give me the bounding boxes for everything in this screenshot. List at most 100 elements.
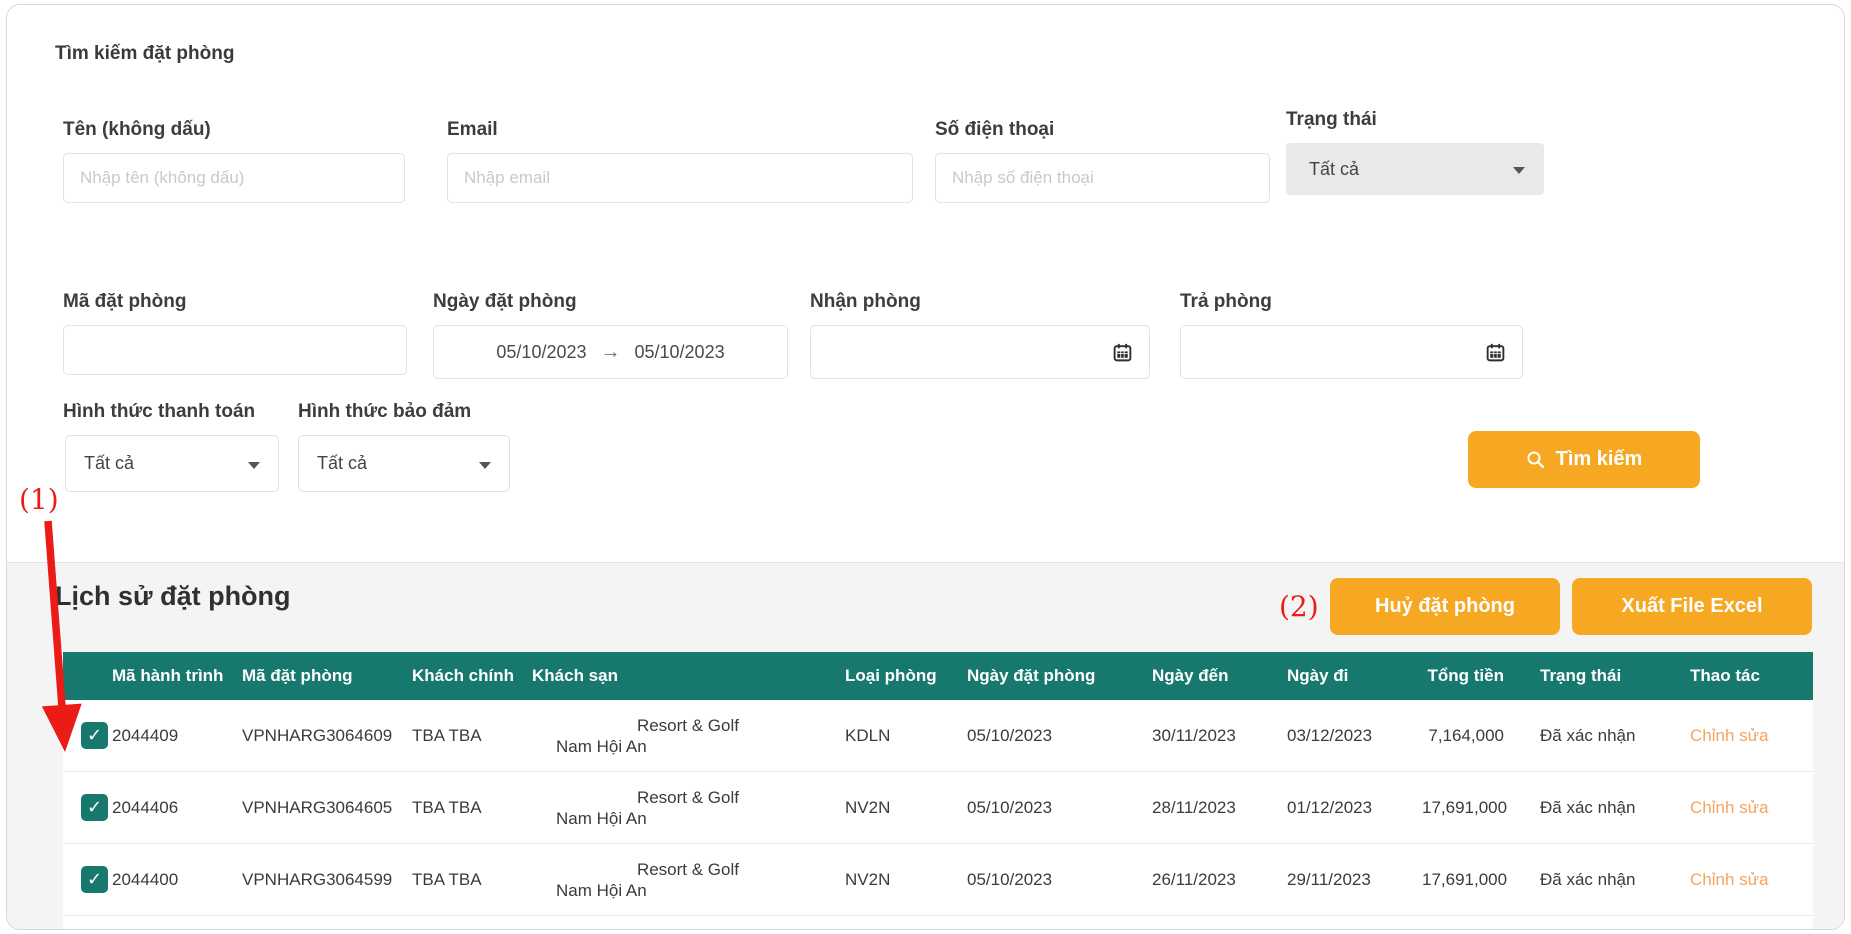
cell-total: 7,164,000: [1418, 700, 1518, 772]
edit-link[interactable]: Chỉnh sửa: [1690, 798, 1768, 817]
annotation-1: (1): [19, 483, 59, 516]
phone-input[interactable]: [935, 153, 1270, 203]
phone-label: Số điện thoại: [935, 119, 1270, 141]
table-row: 2044406 VPNHARG3064605 TBA TBA Resort & …: [63, 772, 1813, 844]
header-departure: Ngày đi: [1283, 652, 1418, 700]
checkout-label: Trả phòng: [1180, 291, 1523, 313]
export-excel-button[interactable]: Xuất File Excel: [1572, 578, 1812, 635]
checkin-date-picker[interactable]: [810, 325, 1150, 379]
cell-total: 17,691,000: [1418, 772, 1518, 844]
header-hotel: Khách sạn: [528, 652, 838, 700]
header-status: Trạng thái: [1518, 652, 1658, 700]
chevron-down-icon: [1513, 167, 1525, 174]
cell-room-type: NV2N: [838, 772, 963, 844]
cell-booking-date: 05/10/2023: [963, 844, 1148, 916]
email-field-group: Email: [447, 119, 913, 203]
status-label: Trạng thái: [1286, 109, 1544, 131]
booking-code-input[interactable]: [63, 325, 407, 375]
header-guest: Khách chính: [408, 652, 528, 700]
payment-label: Hình thức thanh toán: [55, 401, 295, 423]
booking-date-field-group: Ngày đặt phòng 05/10/2023 → 05/10/2023: [433, 291, 788, 379]
calendar-icon: [1485, 342, 1506, 363]
cell-departure: 29/11/2023: [1283, 844, 1418, 916]
guarantee-label: Hình thức bảo đảm: [283, 401, 523, 423]
cell-departure: 03/12/2023: [1283, 700, 1418, 772]
guarantee-select-value: Tất cả: [317, 453, 367, 474]
booking-code-field-group: Mã đặt phòng: [63, 291, 407, 375]
header-checkbox-col: [63, 652, 108, 700]
checkout-field-group: Trả phòng: [1180, 291, 1523, 379]
annotation-2: (2): [1279, 590, 1319, 623]
booking-date-to: 05/10/2023: [635, 342, 725, 363]
cell-itinerary: 2044409: [108, 700, 238, 772]
status-field-group: Trạng thái Tất cả: [1286, 109, 1544, 195]
table-row: 2044409 VPNHARG3064609 TBA TBA Resort & …: [63, 700, 1813, 772]
status-select-value: Tất cả: [1309, 159, 1359, 180]
cell-status: Đã xác nhận: [1518, 772, 1658, 844]
cancel-booking-button[interactable]: Huỷ đặt phòng: [1330, 578, 1560, 635]
checkin-label: Nhận phòng: [810, 291, 1150, 313]
row-checkbox[interactable]: [81, 794, 108, 821]
cell-guest: TBA TBA: [408, 772, 528, 844]
table-tail: [63, 916, 1813, 930]
chevron-down-icon: [248, 462, 260, 469]
booking-code-label: Mã đặt phòng: [63, 291, 407, 313]
checkout-date-picker[interactable]: [1180, 325, 1523, 379]
cell-hotel: Resort & Golf Nam Hội An: [528, 844, 838, 916]
header-total: Tổng tiền: [1418, 652, 1518, 700]
cell-hotel: Resort & Golf Nam Hội An: [528, 772, 838, 844]
payment-field-group: Hình thức thanh toán Tất cả: [55, 401, 295, 492]
cell-booking-date: 05/10/2023: [963, 700, 1148, 772]
guarantee-field-group: Hình thức bảo đảm Tất cả: [283, 401, 523, 492]
cell-itinerary: 2044400: [108, 844, 238, 916]
cell-status: Đã xác nhận: [1518, 844, 1658, 916]
edit-link[interactable]: Chỉnh sửa: [1690, 870, 1768, 889]
cell-booking-code: VPNHARG3064609: [238, 700, 408, 772]
guarantee-select[interactable]: Tất cả: [298, 435, 510, 492]
email-input[interactable]: [447, 153, 913, 203]
search-section-title: Tìm kiếm đặt phòng: [55, 43, 234, 65]
name-field-group: Tên (không dấu): [63, 119, 405, 203]
cell-booking-date: 05/10/2023: [963, 772, 1148, 844]
cancel-booking-label: Huỷ đặt phòng: [1375, 595, 1515, 618]
booking-management-panel: Tìm kiếm đặt phòng Tên (không dấu) Email…: [6, 4, 1845, 930]
cell-guest: TBA TBA: [408, 700, 528, 772]
header-arrival: Ngày đến: [1148, 652, 1283, 700]
header-booking-date: Ngày đặt phòng: [963, 652, 1148, 700]
chevron-down-icon: [479, 462, 491, 469]
payment-select-value: Tất cả: [84, 453, 134, 474]
cell-arrival: 26/11/2023: [1148, 844, 1283, 916]
arrow-right-icon: →: [601, 341, 621, 364]
header-room-type: Loại phòng: [838, 652, 963, 700]
cell-hotel: Resort & Golf Nam Hội An: [528, 700, 838, 772]
calendar-icon: [1112, 342, 1133, 363]
booking-history-table: Mã hành trình Mã đặt phòng Khách chính K…: [63, 652, 1813, 930]
name-input[interactable]: [63, 153, 405, 203]
history-section-title: Lịch sử đặt phòng: [55, 581, 291, 612]
search-button-label: Tìm kiếm: [1556, 448, 1643, 471]
export-excel-label: Xuất File Excel: [1621, 595, 1762, 618]
cell-guest: TBA TBA: [408, 844, 528, 916]
header-booking-code: Mã đặt phòng: [238, 652, 408, 700]
screenshot-stage: Tìm kiếm đặt phòng Tên (không dấu) Email…: [0, 0, 1851, 934]
payment-select[interactable]: Tất cả: [65, 435, 279, 492]
cell-itinerary: 2044406: [108, 772, 238, 844]
phone-field-group: Số điện thoại: [935, 119, 1270, 203]
cell-departure: 01/12/2023: [1283, 772, 1418, 844]
section-divider: [7, 562, 1844, 563]
cell-status: Đã xác nhận: [1518, 700, 1658, 772]
booking-date-label: Ngày đặt phòng: [433, 291, 788, 313]
search-button[interactable]: Tìm kiếm: [1468, 431, 1700, 488]
booking-date-range-picker[interactable]: 05/10/2023 → 05/10/2023: [433, 325, 788, 379]
name-label: Tên (không dấu): [63, 119, 405, 141]
row-checkbox[interactable]: [81, 866, 108, 893]
booking-date-from: 05/10/2023: [496, 342, 586, 363]
email-label: Email: [447, 119, 913, 141]
status-select[interactable]: Tất cả: [1286, 143, 1544, 195]
header-itinerary: Mã hành trình: [108, 652, 238, 700]
edit-link[interactable]: Chỉnh sửa: [1690, 726, 1768, 745]
cell-booking-code: VPNHARG3064605: [238, 772, 408, 844]
cell-room-type: NV2N: [838, 844, 963, 916]
row-checkbox[interactable]: [81, 722, 108, 749]
search-icon: [1526, 450, 1546, 470]
